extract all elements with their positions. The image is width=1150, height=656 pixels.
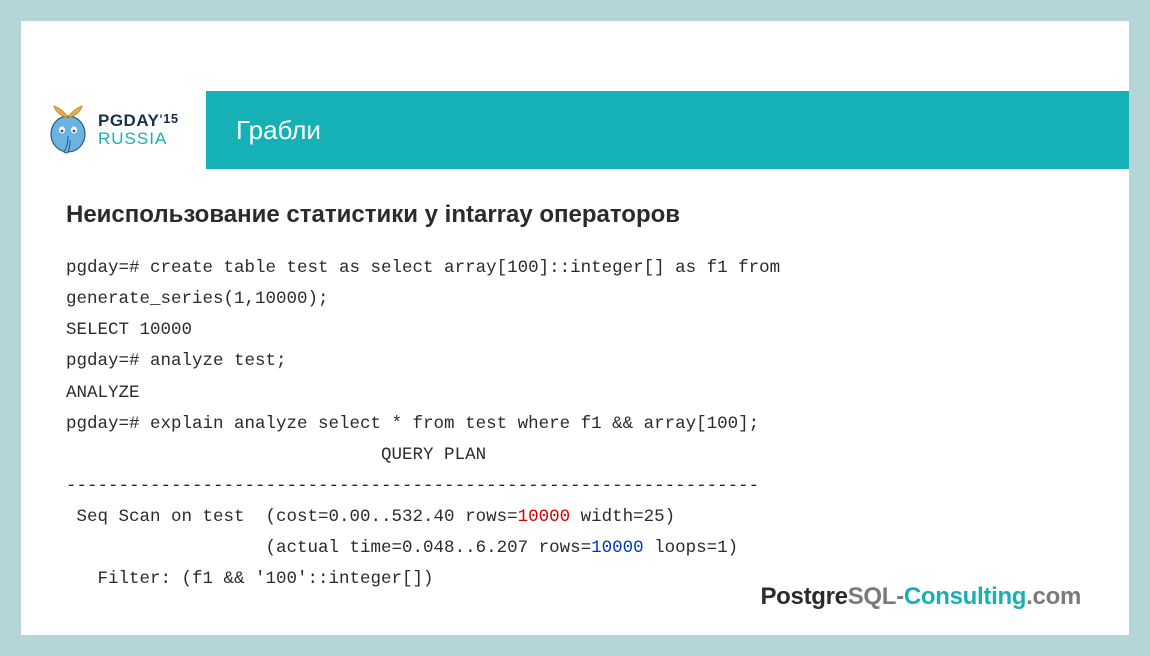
code-highlight-blue: 10000 xyxy=(591,538,644,558)
slide-content: Неиспользование статистики у intarray оп… xyxy=(66,201,1084,596)
code-line: QUERY PLAN xyxy=(66,445,486,465)
logo-line1: PGDAY'15 xyxy=(98,112,179,130)
logo-year: 15 xyxy=(163,111,178,126)
code-line: pgday=# analyze test; xyxy=(66,351,287,371)
slide-header: PGDAY'15 RUSSIA Грабли xyxy=(21,91,1129,169)
section-heading: Неиспользование статистики у intarray оп… xyxy=(66,201,1084,229)
footer-part: SQL- xyxy=(848,583,904,610)
slide: PGDAY'15 RUSSIA Грабли Неиспользование с… xyxy=(21,21,1129,635)
code-line: SELECT 10000 xyxy=(66,320,192,340)
footer-attribution: PostgreSQL-Consulting.com xyxy=(760,583,1081,611)
code-line: Seq Scan on test (cost=0.00..532.40 rows… xyxy=(66,507,518,527)
code-highlight-red: 10000 xyxy=(518,507,571,527)
code-line: width=25) xyxy=(570,507,675,527)
code-block: pgday=# create table test as select arra… xyxy=(66,253,1084,596)
code-line: pgday=# create table test as select arra… xyxy=(66,258,780,278)
code-line: loops=1) xyxy=(644,538,739,558)
logo: PGDAY'15 RUSSIA xyxy=(21,91,206,169)
footer-part: .com xyxy=(1026,583,1081,610)
logo-text: PGDAY'15 RUSSIA xyxy=(98,112,179,148)
code-line: (actual time=0.048..6.207 rows= xyxy=(66,538,591,558)
code-line: ----------------------------------------… xyxy=(66,476,759,496)
slide-title: Грабли xyxy=(236,115,321,146)
code-line: generate_series(1,10000); xyxy=(66,289,329,309)
code-line: pgday=# explain analyze select * from te… xyxy=(66,414,759,434)
footer-part: Postgre xyxy=(760,583,847,610)
logo-line2: RUSSIA xyxy=(98,130,179,148)
elephant-icon xyxy=(46,104,90,156)
footer-part: Consulting xyxy=(904,583,1026,610)
title-bar: Грабли xyxy=(206,91,1129,169)
logo-main-text: PGDAY xyxy=(98,111,159,130)
code-line: Filter: (f1 && '100'::integer[]) xyxy=(66,569,434,589)
code-line: ANALYZE xyxy=(66,383,140,403)
